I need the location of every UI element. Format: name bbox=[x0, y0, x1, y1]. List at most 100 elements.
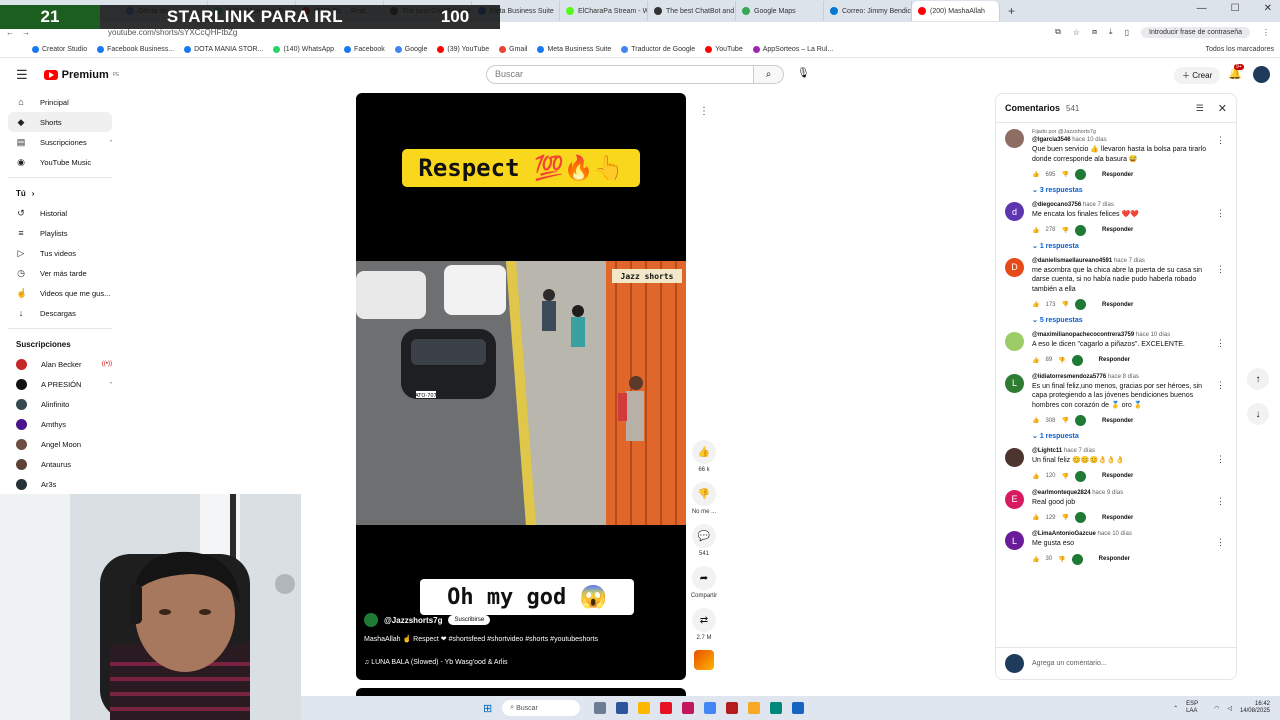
comments-button[interactable]: 💬 bbox=[692, 524, 716, 548]
comment-menu-icon[interactable]: ⋮ bbox=[1216, 496, 1225, 507]
menu-dots-icon[interactable]: ⋮ bbox=[1262, 28, 1270, 37]
windows-start-icon[interactable]: ⊞ bbox=[483, 702, 492, 715]
comment-like-icon[interactable]: 👍 bbox=[1032, 556, 1039, 563]
comment-time[interactable]: hace 7 días bbox=[1064, 448, 1095, 454]
reply-button[interactable]: Responder bbox=[1102, 473, 1133, 479]
comment-author[interactable]: @lidiatorresmendoza5776 bbox=[1032, 374, 1106, 380]
video-description[interactable]: MashaAllah ☝ Respect ❤ #shortsfeed #shor… bbox=[364, 635, 664, 645]
comment-dislike-icon[interactable]: 👎 bbox=[1062, 514, 1069, 521]
language-indicator[interactable]: ESP LAA bbox=[1186, 701, 1206, 715]
extensions-icon[interactable]: ⧈ bbox=[1092, 27, 1097, 37]
mic-icon[interactable]: 🎙 bbox=[797, 68, 810, 79]
subscription-item[interactable]: Alinfinito bbox=[0, 394, 120, 414]
sidebar-you-heading[interactable]: Tú › bbox=[0, 183, 120, 203]
commenter-avatar[interactable]: D bbox=[1005, 257, 1024, 277]
maximize-icon[interactable]: ☐ bbox=[1231, 3, 1240, 14]
download-icon[interactable]: ⤓ bbox=[1109, 27, 1113, 37]
video-channel[interactable]: @Jazzshorts7g Suscribirse bbox=[364, 613, 491, 627]
comment-time[interactable]: hace 10 días bbox=[1136, 332, 1170, 338]
sidebar-item[interactable]: ↺ Historial bbox=[0, 203, 120, 223]
comment-dislike-icon[interactable]: 👎 bbox=[1062, 417, 1069, 424]
video-more-icon[interactable]: ⋮ bbox=[699, 106, 709, 117]
comment-like-icon[interactable]: 👍 bbox=[1032, 171, 1039, 178]
add-comment-input[interactable]: Agrega un comentario... bbox=[1032, 660, 1107, 667]
comment-like-icon[interactable]: 👍 bbox=[1032, 227, 1039, 234]
reply-button[interactable]: Responder bbox=[1099, 556, 1130, 562]
bookmark-item[interactable]: Meta Business Suite bbox=[537, 46, 611, 53]
wifi-icon[interactable]: ◠ bbox=[1214, 705, 1219, 712]
app-icon[interactable] bbox=[682, 702, 695, 714]
search-button[interactable]: ⌕ bbox=[754, 65, 784, 84]
channel-avatar[interactable] bbox=[364, 613, 378, 627]
comment-dislike-icon[interactable]: 👎 bbox=[1062, 301, 1069, 308]
commenter-avatar[interactable]: d bbox=[1005, 202, 1024, 221]
reply-button[interactable]: Responder bbox=[1102, 227, 1133, 233]
view-replies-button[interactable]: ⌄ 1 respuesta bbox=[1032, 432, 1209, 440]
comment-author[interactable]: @earlmonteque2824 bbox=[1032, 490, 1091, 496]
folder-icon[interactable] bbox=[638, 702, 651, 714]
shorts-video-player[interactable]: Respect 💯🔥👆 ATO-707 Jazz shorts Oh my go… bbox=[356, 93, 686, 680]
minimize-icon[interactable]: — bbox=[1197, 3, 1207, 14]
comment-time[interactable]: hace 10 días bbox=[1098, 531, 1132, 537]
sidebar-item[interactable]: ▷ Tus videos bbox=[0, 243, 120, 263]
sidebar-item[interactable]: ◉ YouTube Music bbox=[0, 152, 120, 172]
sidebar-item[interactable]: ◷ Ver más tarde bbox=[0, 263, 120, 283]
bookmark-item[interactable]: AppSorteos – La Rul... bbox=[752, 46, 833, 53]
reply-button[interactable]: Responder bbox=[1102, 418, 1133, 424]
remix-button[interactable]: ⇄ bbox=[692, 608, 716, 632]
app-icon[interactable] bbox=[726, 702, 739, 714]
view-replies-button[interactable]: ⌄ 1 respuesta bbox=[1032, 242, 1209, 250]
bookmark-item[interactable]: Facebook Business... bbox=[97, 46, 174, 53]
comment-menu-icon[interactable]: ⋮ bbox=[1216, 537, 1225, 548]
youtube-logo[interactable]: Premium PE bbox=[43, 69, 119, 81]
sidebar-item[interactable]: ☝ Videos que me gus... bbox=[0, 283, 120, 303]
bookmark-item[interactable]: Traductor de Google bbox=[621, 46, 695, 53]
commenter-avatar[interactable] bbox=[1005, 448, 1024, 467]
reply-button[interactable]: Responder bbox=[1102, 515, 1133, 521]
comment-dislike-icon[interactable]: 👎 bbox=[1062, 473, 1069, 480]
opera-icon[interactable] bbox=[660, 702, 673, 714]
comment-author[interactable]: @maximilianopachecocontrera3759 bbox=[1032, 332, 1134, 338]
close-icon[interactable]: ✕ bbox=[1218, 102, 1227, 115]
view-replies-button[interactable]: ⌄ 3 respuestas bbox=[1032, 186, 1209, 194]
subscription-item[interactable]: Angel Moon bbox=[0, 434, 120, 454]
reply-button[interactable]: Responder bbox=[1102, 172, 1133, 178]
bookmark-item[interactable]: Gmail bbox=[499, 46, 527, 53]
comment-menu-icon[interactable]: ⋮ bbox=[1216, 264, 1225, 275]
taskbar-search[interactable]: ⌕ Buscar bbox=[502, 700, 581, 716]
comment-dislike-icon[interactable]: 👎 bbox=[1058, 556, 1065, 563]
browser-tab[interactable]: Google Maps bbox=[736, 1, 824, 21]
browser-tab[interactable]: The best ChatBot and bbox=[648, 1, 736, 21]
comment-time[interactable]: hace 8 días bbox=[1108, 374, 1139, 380]
clock[interactable]: 16:42 14/08/2025 bbox=[1240, 701, 1270, 715]
install-icon[interactable]: ⧉ bbox=[1055, 27, 1061, 37]
comment-menu-icon[interactable]: ⋮ bbox=[1216, 338, 1225, 349]
chevron-up-icon[interactable]: ⌃ bbox=[1173, 705, 1178, 712]
sort-icon[interactable]: ☰ bbox=[1196, 103, 1204, 114]
bookmark-item[interactable]: YouTube bbox=[705, 46, 743, 53]
sidebar-item[interactable]: ≡ Playlists bbox=[0, 223, 120, 243]
password-pill[interactable]: Introducir frase de contraseña bbox=[1141, 26, 1250, 38]
search-input[interactable]: Buscar bbox=[486, 65, 754, 84]
split-icon[interactable]: ▯ bbox=[1125, 28, 1129, 37]
comment-like-icon[interactable]: 👍 bbox=[1032, 417, 1039, 424]
previous-short-button[interactable]: ↑ bbox=[1247, 368, 1269, 390]
browser-tab[interactable]: (200) MashaAllah bbox=[912, 1, 1000, 21]
sidebar-item[interactable]: ⌂ Principal bbox=[0, 92, 120, 112]
comment-time[interactable]: hace 7 días bbox=[1083, 202, 1114, 208]
reply-button[interactable]: Responder bbox=[1102, 302, 1133, 308]
comment-like-icon[interactable]: 👍 bbox=[1032, 301, 1039, 308]
bookmark-item[interactable]: DOTA MANIA STOR... bbox=[184, 46, 263, 53]
comment-like-icon[interactable]: 👍 bbox=[1032, 473, 1039, 480]
subscription-item[interactable]: A PRESIÓN • bbox=[0, 374, 120, 394]
subscribe-button[interactable]: Suscribirse bbox=[448, 615, 491, 625]
create-button[interactable]: ＋ Crear bbox=[1174, 67, 1221, 84]
comment-author[interactable]: @LimaAntonioGazcue bbox=[1032, 531, 1096, 537]
volume-icon[interactable]: ◁ bbox=[1227, 705, 1232, 712]
account-avatar[interactable] bbox=[1253, 66, 1270, 83]
view-replies-button[interactable]: ⌄ 5 respuestas bbox=[1032, 316, 1209, 324]
sidebar-item[interactable]: ▤ Suscripciones • bbox=[0, 132, 120, 152]
bookmark-item[interactable]: Facebook bbox=[344, 46, 385, 53]
reply-button[interactable]: Responder bbox=[1099, 357, 1130, 363]
chrome-icon[interactable] bbox=[704, 702, 717, 714]
